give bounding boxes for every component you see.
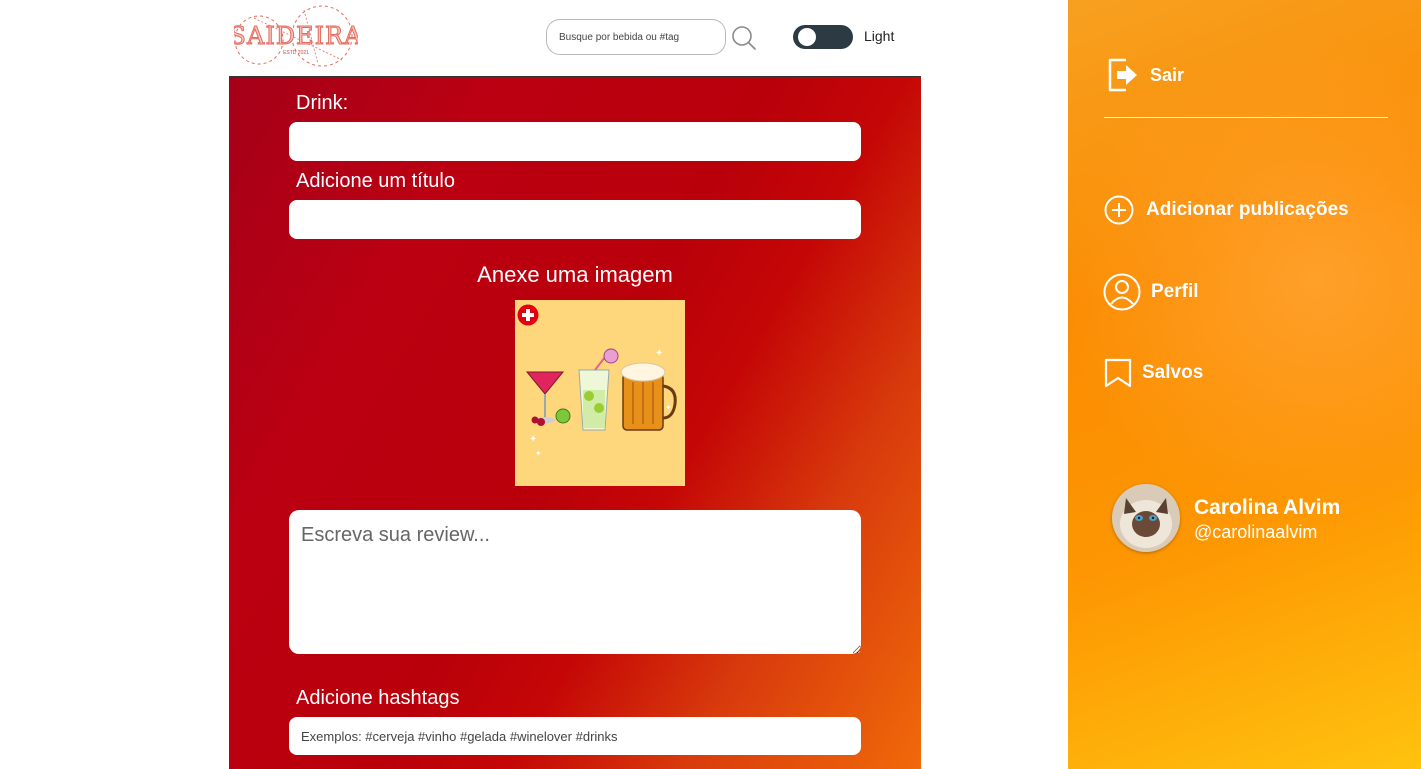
avatar[interactable] <box>1112 484 1180 552</box>
search-input[interactable] <box>546 19 726 55</box>
image-upload-area[interactable]: ✦ ✦ ✦ ✦ <box>515 300 685 486</box>
new-post-form: Drink: Adicione um título Anexe uma imag… <box>229 77 921 769</box>
sidebar-item-saved[interactable]: Salvos <box>1104 358 1203 388</box>
theme-toggle[interactable] <box>793 25 853 49</box>
review-textarea[interactable] <box>289 510 861 654</box>
theme-label: Light <box>864 28 895 44</box>
logout-label: Sair <box>1150 64 1185 85</box>
user-name: Carolina Alvim <box>1194 496 1341 519</box>
plus-circle-icon <box>1104 195 1134 225</box>
sidebar-item-add-post[interactable]: Adicionar publicações <box>1104 195 1349 225</box>
title-label: Adicione um título <box>296 170 455 192</box>
drink-label: Drink: <box>296 92 349 114</box>
saideira-logo[interactable]: SAIDEIRA ESTD 2021 <box>229 4 362 70</box>
svg-text:SAIDEIRA: SAIDEIRA <box>234 22 358 50</box>
sidebar-item-profile[interactable]: Perfil <box>1103 273 1199 311</box>
svg-text:✦: ✦ <box>535 449 542 458</box>
hashtags-label: Adicione hashtags <box>296 687 460 709</box>
title-input[interactable] <box>289 200 861 239</box>
toggle-knob <box>798 28 816 46</box>
user-handle: @carolinaalvim <box>1194 522 1318 542</box>
sidebar: Sair Adicionar publicações Perfil Salvos… <box>1068 0 1421 769</box>
sidebar-item-label: Adicionar publicações <box>1146 199 1349 220</box>
search-icon[interactable] <box>731 25 757 51</box>
hashtags-input[interactable] <box>289 717 861 755</box>
user-circle-icon <box>1103 273 1141 311</box>
svg-text:ESTD 2021: ESTD 2021 <box>283 50 309 56</box>
sidebar-divider <box>1104 117 1388 118</box>
drink-input[interactable] <box>289 122 861 161</box>
logout-button[interactable]: Sair <box>1106 56 1184 94</box>
svg-text:✦: ✦ <box>665 403 672 412</box>
drinks-illustration: ✦ ✦ ✦ ✦ <box>525 348 677 458</box>
add-image-icon[interactable] <box>517 304 539 326</box>
logout-icon <box>1106 56 1140 94</box>
sidebar-item-label: Salvos <box>1142 362 1204 383</box>
svg-text:✦: ✦ <box>529 434 537 445</box>
image-label: Anexe uma imagem <box>477 262 673 287</box>
bookmark-icon <box>1104 358 1132 388</box>
svg-text:✦: ✦ <box>655 348 663 359</box>
sidebar-item-label: Perfil <box>1151 281 1199 302</box>
